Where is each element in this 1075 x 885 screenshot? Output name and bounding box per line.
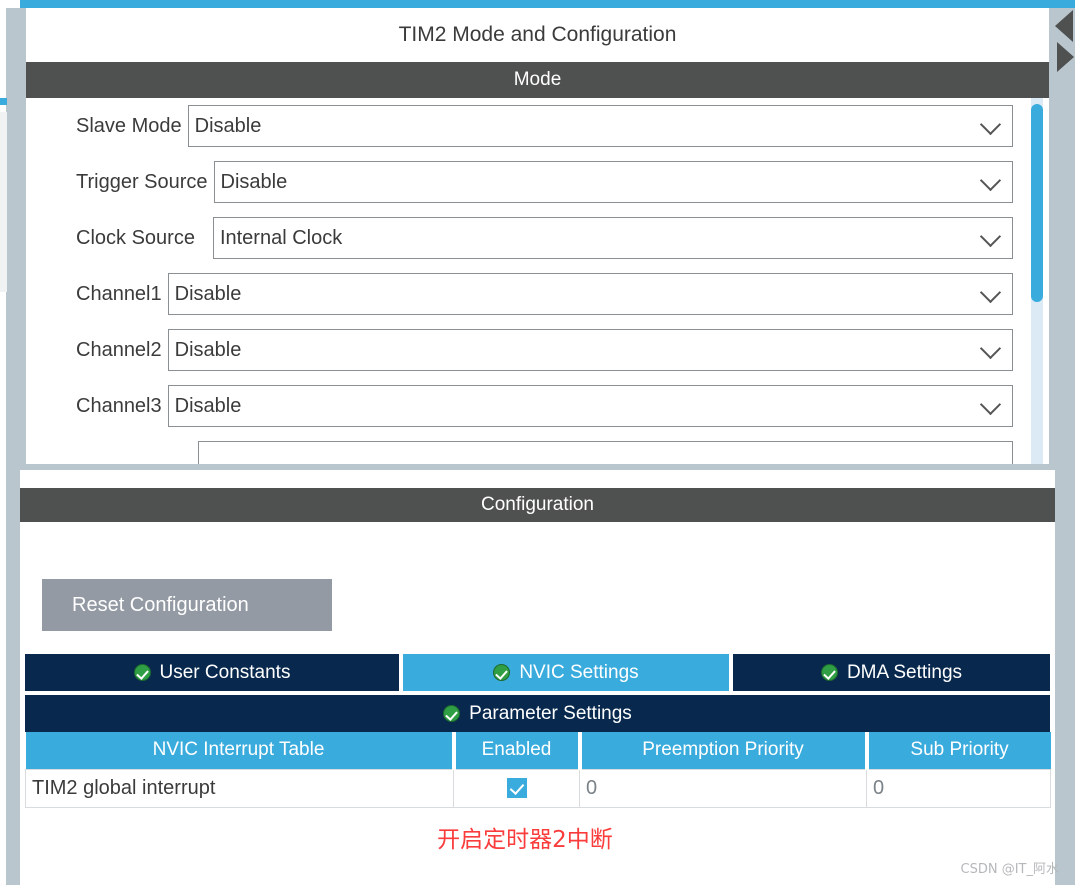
enabled-cell[interactable]	[453, 768, 580, 808]
interrupt-name-cell: TIM2 global interrupt	[25, 768, 454, 808]
column-header-sub-priority[interactable]: Sub Priority	[866, 732, 1051, 769]
table-header-row: NVIC Interrupt Table Enabled Preemption …	[25, 732, 1051, 769]
top-accent-bar	[20, 0, 1075, 8]
nvic-interrupt-table: NVIC Interrupt Table Enabled Preemption …	[25, 732, 1051, 808]
sub-priority-cell[interactable]: 0	[866, 768, 1051, 808]
watermark: CSDN @IT_阿水	[960, 862, 1059, 877]
enabled-checkbox[interactable]	[506, 778, 527, 799]
field-label: Clock Source	[76, 226, 195, 249]
field-label: Channel3	[76, 394, 162, 417]
right-gutter	[1055, 8, 1075, 885]
green-check-icon	[133, 664, 151, 681]
channel2-dropdown[interactable]: Disable	[167, 329, 1013, 371]
configuration-body: Reset Configuration User Constants NVIC …	[20, 522, 1055, 885]
configuration-tabs-row-1: User Constants NVIC Settings DMA Setting…	[25, 654, 1050, 691]
mode-section-header: Mode	[26, 62, 1049, 98]
reset-configuration-button[interactable]: Reset Configuration	[42, 579, 332, 631]
tab-dma-settings[interactable]: DMA Settings	[733, 654, 1050, 691]
field-value: Disable	[194, 114, 262, 137]
annotation-text: 开启定时器2中断	[437, 827, 613, 853]
tab-label: Parameter Settings	[469, 702, 632, 724]
trigger-source-dropdown[interactable]: Disable	[213, 161, 1013, 203]
chevron-down-icon	[979, 169, 1002, 192]
left-gutter-bar	[6, 8, 20, 885]
left-accent-tick	[0, 98, 7, 105]
column-header-enabled[interactable]: Enabled	[453, 732, 582, 769]
green-check-icon	[820, 664, 838, 681]
configuration-tabs-row-2: Parameter Settings	[25, 695, 1050, 732]
mode-panel: TIM2 Mode and Configuration Mode Slave M…	[20, 8, 1055, 470]
mode-fields-container: Slave Mode Disable Trigger Source Disabl…	[26, 98, 1049, 464]
tab-user-constants[interactable]: User Constants	[25, 654, 403, 691]
tab-nvic-settings[interactable]: NVIC Settings	[403, 654, 733, 691]
channel3-dropdown[interactable]: Disable	[167, 385, 1013, 427]
left-lower-panel-edge	[0, 112, 7, 292]
field-label: Channel2	[76, 338, 162, 361]
field-row-channel3: Channel3 Disable	[26, 378, 1049, 434]
collapse-left-arrow-icon[interactable]	[1055, 10, 1073, 42]
green-check-icon	[493, 664, 511, 681]
field-label: Channel1	[76, 282, 162, 305]
clock-source-dropdown[interactable]: Internal Clock	[212, 217, 1013, 259]
page-title: TIM2 Mode and Configuration	[26, 8, 1049, 62]
configuration-panel: Configuration Reset Configuration User C…	[20, 488, 1055, 885]
mode-scrollbar-thumb[interactable]	[1031, 104, 1043, 302]
partial-dropdown[interactable]	[198, 441, 1013, 464]
chevron-down-icon	[979, 281, 1002, 304]
field-value: Disable	[174, 282, 242, 305]
tab-label: NVIC Settings	[519, 661, 639, 683]
field-row-trigger-source: Trigger Source Disable	[26, 154, 1049, 210]
field-value: Disable	[174, 394, 242, 417]
chevron-down-icon	[979, 337, 1002, 360]
expand-right-arrow-icon[interactable]	[1057, 42, 1074, 72]
table-row[interactable]: TIM2 global interrupt 0 0	[25, 768, 1051, 808]
preemption-priority-cell[interactable]: 0	[579, 768, 867, 808]
field-value: Disable	[174, 338, 242, 361]
slave-mode-dropdown[interactable]: Disable	[187, 105, 1013, 147]
tab-label: User Constants	[159, 661, 291, 683]
channel1-dropdown[interactable]: Disable	[167, 273, 1013, 315]
tab-label: DMA Settings	[846, 661, 963, 683]
field-row-channel1: Channel1 Disable	[26, 266, 1049, 322]
field-row-partial	[26, 434, 1049, 464]
field-label: Trigger Source	[76, 170, 208, 193]
tab-parameter-settings[interactable]: Parameter Settings	[25, 695, 1050, 732]
field-value: Internal Clock	[219, 226, 343, 249]
field-label: Slave Mode	[76, 114, 182, 137]
column-header-nvic-interrupt-table[interactable]: NVIC Interrupt Table	[25, 732, 456, 769]
app-root: TIM2 Mode and Configuration Mode Slave M…	[0, 0, 1075, 885]
field-value: Disable	[220, 170, 288, 193]
column-header-preemption-priority[interactable]: Preemption Priority	[579, 732, 869, 769]
field-row-channel2: Channel2 Disable	[26, 322, 1049, 378]
chevron-down-icon	[979, 393, 1002, 416]
field-row-clock-source: Clock Source Internal Clock	[26, 210, 1049, 266]
configuration-section-header: Configuration	[20, 488, 1055, 522]
green-check-icon	[443, 705, 461, 722]
chevron-down-icon	[979, 113, 1002, 136]
chevron-down-icon	[979, 225, 1002, 248]
field-row-slave-mode: Slave Mode Disable	[26, 98, 1049, 154]
